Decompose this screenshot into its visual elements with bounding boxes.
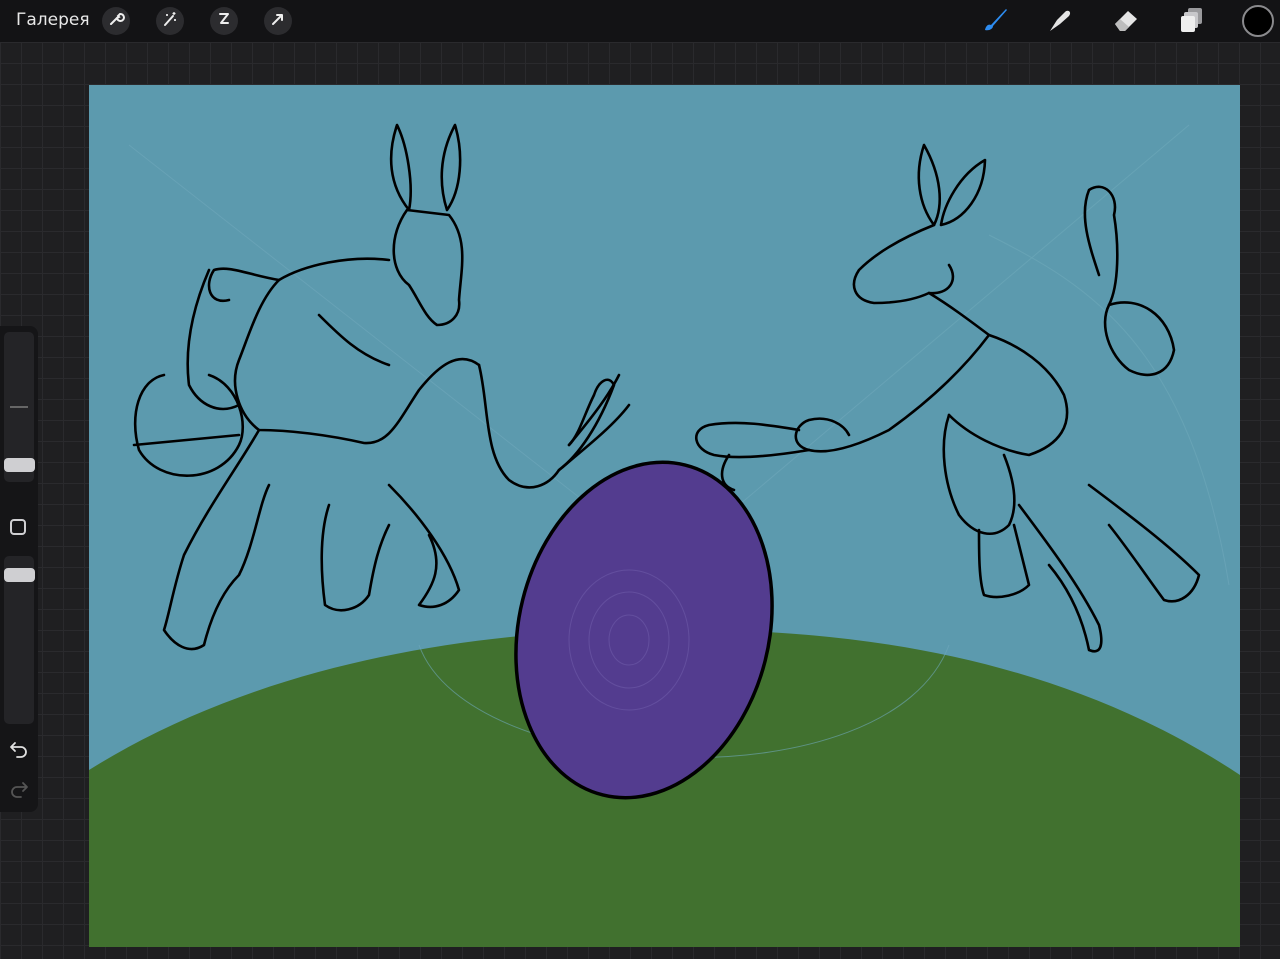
modify-button[interactable] <box>10 519 26 535</box>
wrench-icon <box>107 10 125 33</box>
brush-icon <box>979 4 1009 39</box>
adjustments-button[interactable] <box>156 7 184 35</box>
smudge-tool-button[interactable] <box>1044 5 1076 37</box>
eraser-tool-button[interactable] <box>1110 5 1142 37</box>
smudge-icon <box>1045 4 1075 39</box>
undo-button[interactable] <box>9 740 29 763</box>
brush-tool-button[interactable] <box>978 5 1010 37</box>
magic-wand-icon <box>161 10 179 33</box>
gallery-button[interactable]: Галерея <box>16 10 90 30</box>
undo-icon <box>9 742 29 762</box>
top-toolbar: Галерея <box>0 0 1280 42</box>
left-sidebar <box>0 326 38 812</box>
selection-button[interactable] <box>210 7 238 35</box>
drawing-canvas[interactable] <box>89 85 1240 947</box>
selection-s-icon <box>215 10 233 33</box>
redo-button[interactable] <box>9 780 29 803</box>
brush-size-handle[interactable] <box>4 458 35 472</box>
transform-arrow-icon <box>269 10 287 33</box>
transform-button[interactable] <box>264 7 292 35</box>
actions-button[interactable] <box>102 7 130 35</box>
eraser-icon <box>1111 4 1141 39</box>
artwork <box>89 85 1240 947</box>
color-picker-button[interactable] <box>1242 5 1274 37</box>
layers-icon <box>1177 4 1207 39</box>
opacity-handle[interactable] <box>4 568 35 582</box>
redo-icon <box>9 782 29 802</box>
slider-mark <box>10 406 28 408</box>
layers-button[interactable] <box>1176 5 1208 37</box>
